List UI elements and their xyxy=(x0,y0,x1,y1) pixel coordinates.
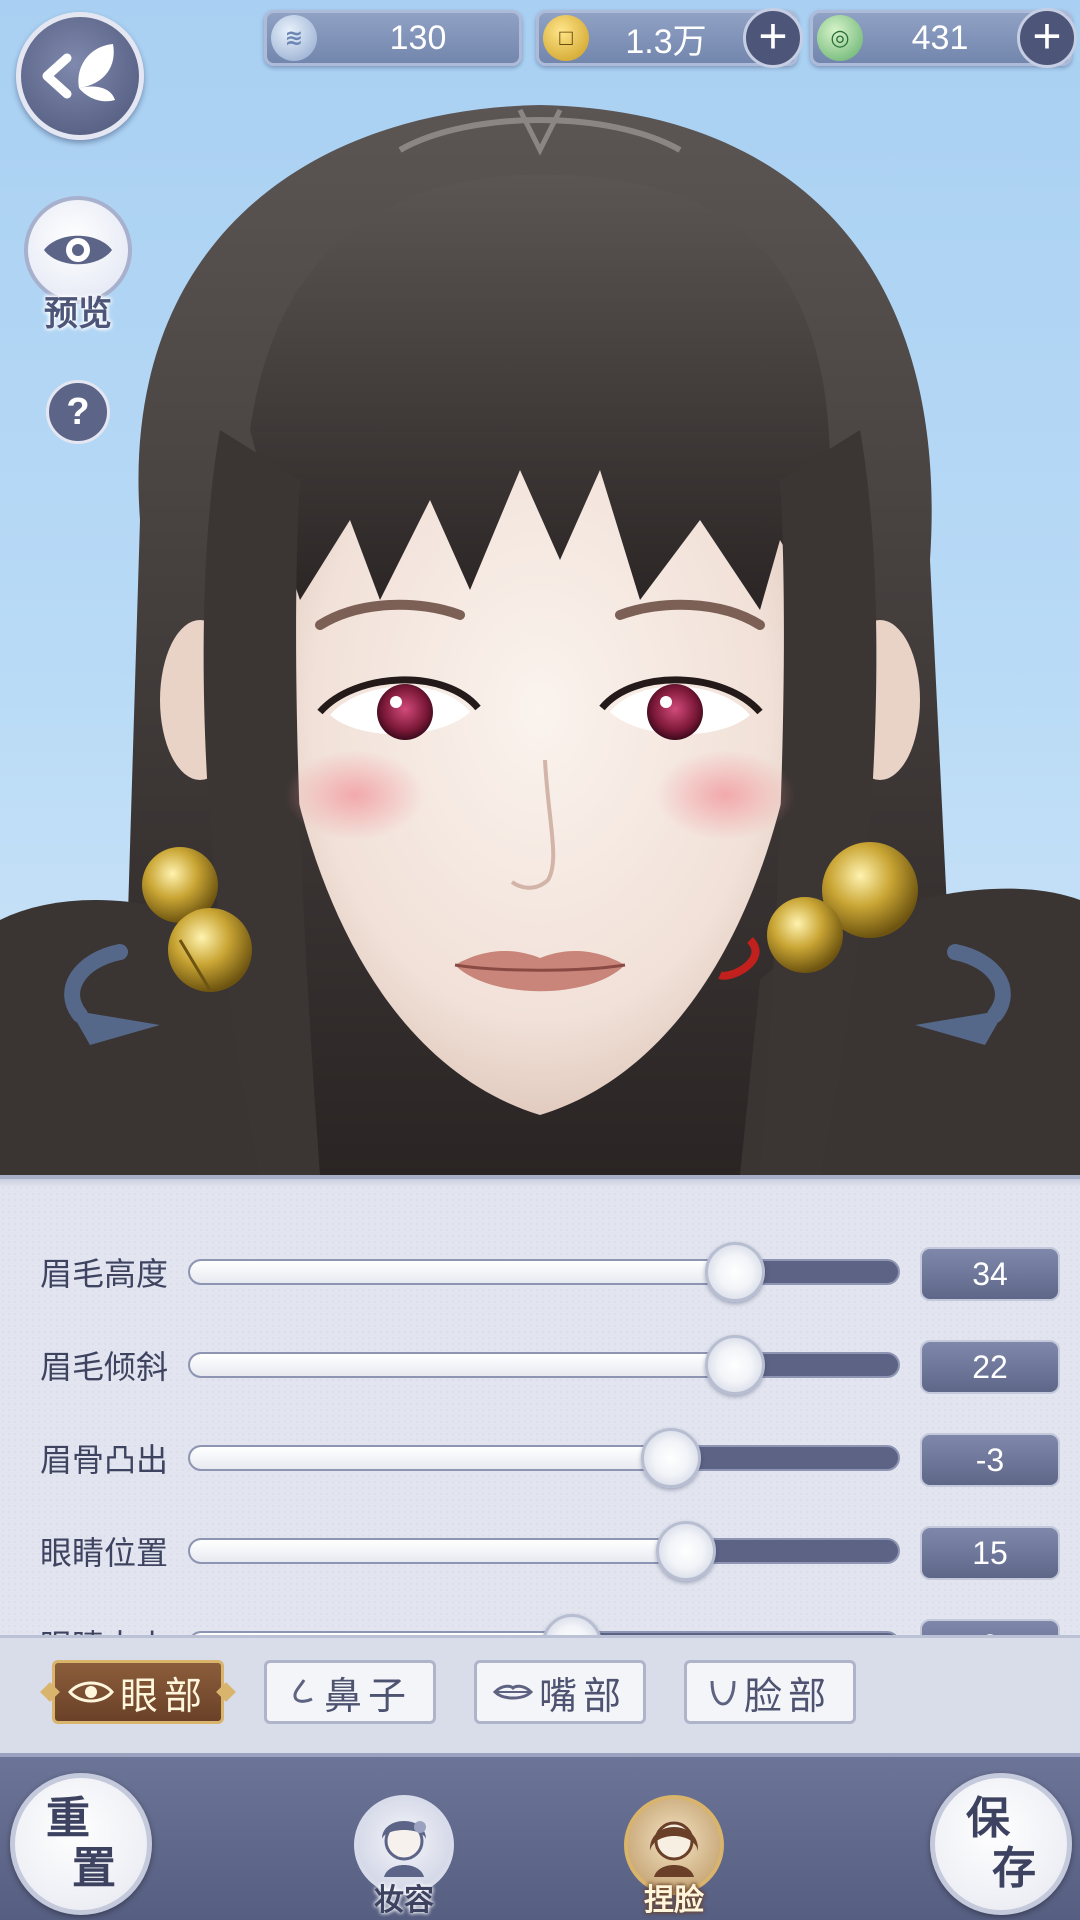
character-viewport[interactable]: ≋ 130 □ 1.3万 + ◎ 431 + 预览 ? xyxy=(0,0,1080,1175)
save-button[interactable]: 保 存 xyxy=(930,1773,1072,1915)
silver-feather-coin-icon: ≋ xyxy=(271,15,317,61)
face-icon xyxy=(710,1680,736,1706)
slider-fill xyxy=(190,1354,736,1376)
back-button[interactable] xyxy=(16,12,144,140)
currency-silver-value: 130 xyxy=(389,18,447,57)
currency-gold-value: 1.3万 xyxy=(625,22,707,61)
slider-fill xyxy=(190,1261,736,1283)
rotate-left-icon[interactable] xyxy=(50,940,180,1050)
tab-face[interactable]: 脸部 xyxy=(684,1660,856,1724)
slider-row: 眼睛位置 15 xyxy=(0,1506,1080,1600)
add-jade-button[interactable]: + xyxy=(1017,8,1077,68)
slider-row: 眉毛倾斜 22 xyxy=(0,1320,1080,1414)
currency-silver: ≋ 130 xyxy=(264,10,522,66)
tab-mouth-label: 嘴部 xyxy=(538,1673,627,1718)
slider-fill xyxy=(190,1447,672,1469)
tab-nose-label: 鼻子 xyxy=(323,1673,412,1718)
makeup-mode-label: 妆容 xyxy=(374,1883,434,1918)
tab-eyes-label: 眼部 xyxy=(119,1673,208,1718)
slider-knob[interactable] xyxy=(705,1242,766,1302)
makeup-portrait-icon xyxy=(382,1821,426,1877)
mouth-icon xyxy=(492,1684,533,1700)
slider-label: 眉骨凸出 xyxy=(40,1441,169,1479)
category-tabs: 眼部 鼻子 嘴部 脸部 xyxy=(0,1635,1080,1753)
face-mode-button[interactable]: 捏脸 xyxy=(614,1795,734,1920)
slider-fill xyxy=(190,1540,686,1562)
help-button[interactable]: ? xyxy=(46,380,110,444)
slider-track[interactable] xyxy=(188,1335,900,1395)
slider-knob[interactable] xyxy=(655,1521,716,1581)
reset-button[interactable]: 重 置 xyxy=(10,1773,152,1915)
slider-value[interactable]: 22 xyxy=(920,1340,1060,1394)
save-label-1: 保 xyxy=(966,1793,1010,1844)
reset-label-2: 置 xyxy=(72,1843,116,1894)
slider-knob[interactable] xyxy=(641,1428,702,1488)
slider-track[interactable] xyxy=(188,1521,900,1581)
currency-jade-value: 431 xyxy=(911,18,969,57)
slider-value[interactable]: 15 xyxy=(920,1526,1060,1580)
eye-icon xyxy=(68,1681,114,1703)
makeup-mode-button[interactable]: 妆容 xyxy=(344,1795,464,1920)
slider-label: 眼睛位置 xyxy=(40,1534,169,1572)
slider-track[interactable] xyxy=(188,1428,900,1488)
save-label-2: 存 xyxy=(992,1843,1036,1894)
adjust-panel: 眉毛高度 34 眉毛倾斜 22 眉骨凸出 -3 眼睛位置 15 眼睛大小0 xyxy=(0,1175,1080,1639)
currency-jade: ◎ 431 + xyxy=(810,8,1077,68)
reset-label-1: 重 xyxy=(46,1793,90,1844)
tab-face-label: 脸部 xyxy=(743,1673,832,1718)
currency-gold: □ 1.3万 + xyxy=(536,8,803,68)
tab-mouth[interactable]: 嘴部 xyxy=(474,1660,646,1724)
slider-value[interactable]: 34 xyxy=(920,1247,1060,1301)
slider-label: 眉毛高度 xyxy=(40,1255,169,1293)
face-mode-label: 捏脸 xyxy=(644,1883,704,1918)
rotate-right-icon[interactable] xyxy=(895,940,1025,1050)
tab-eyes[interactable]: 眼部 xyxy=(52,1660,224,1724)
slider-track[interactable] xyxy=(188,1242,900,1302)
face-sculpt-portrait-icon xyxy=(649,1821,699,1877)
slider-row: 眉骨凸出 -3 xyxy=(0,1413,1080,1507)
slider-row: 眉毛高度 34 xyxy=(0,1227,1080,1321)
tab-nose[interactable]: 鼻子 xyxy=(264,1660,436,1724)
jade-token-icon: ◎ xyxy=(817,15,863,61)
slider-row: 眼睛大小0 xyxy=(0,1599,1080,1639)
bottom-bar: 重 置 妆容 捏脸 保 存 xyxy=(0,1753,1080,1920)
gold-coin-icon: □ xyxy=(543,15,589,61)
slider-list[interactable]: 眉毛高度 34 眉毛倾斜 22 眉骨凸出 -3 眼睛位置 15 眼睛大小0 xyxy=(0,1179,1080,1639)
nose-icon xyxy=(293,1679,313,1703)
slider-label: 眉毛倾斜 xyxy=(40,1348,169,1386)
preview-label: 预览 xyxy=(44,294,112,334)
slider-knob[interactable] xyxy=(705,1335,766,1395)
slider-value[interactable]: -3 xyxy=(920,1433,1060,1487)
question-mark-icon: ? xyxy=(66,390,90,433)
add-gold-button[interactable]: + xyxy=(743,8,803,68)
butterfly-back-icon xyxy=(42,44,115,102)
eye-icon xyxy=(44,235,112,265)
